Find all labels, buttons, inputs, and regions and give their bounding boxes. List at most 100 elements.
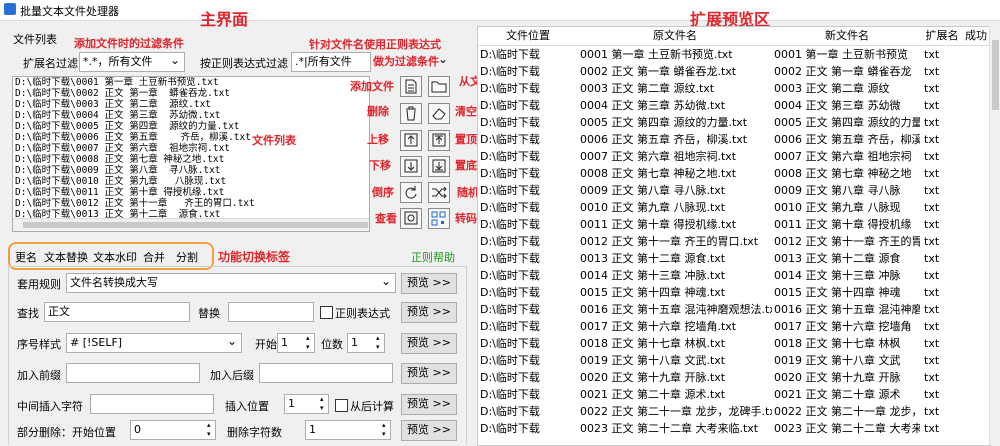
window-title: 批量文本文件处理器 [20,5,119,18]
move-top-button[interactable] [428,130,450,151]
table-row[interactable]: D:\临时下载 0023 正文 第二十二章 大考来临.txt 0023 正文 第二十… [478,420,990,437]
file-list-item[interactable]: D:\临时下载\0010 正文 第九章 八脉现.txt [15,176,255,187]
table-row[interactable]: D:\临时下载 0014 正文 第十三章 冲脉.txt 0014 正文 第十三章 冲… [478,267,990,284]
cell-ext: txt [924,150,940,163]
file-list-item[interactable]: D:\临时下载\0009 正文 第八章 寻八脉.txt [15,165,255,176]
move-bottom-button[interactable] [428,156,450,177]
col-header-ext[interactable]: 扩展名 [922,27,963,46]
col-header-location[interactable]: 文件位置 [478,27,579,46]
file-list-hscrollbar[interactable] [13,218,369,231]
file-list-item[interactable]: D:\临时下载\0007 正文 第六章 祖地宗祠.txt [15,143,255,154]
start-stepper[interactable]: 1 [277,333,315,353]
cell-original-name: 0017 正文 第十六章 挖墙角.txt [580,320,737,333]
table-row[interactable]: D:\临时下载 0001 第一章 土豆新书预览.txt 0001 第一章 土豆新书预… [478,46,990,63]
arrow-up-icon [404,133,418,147]
reverse-button[interactable] [400,182,422,203]
random-button[interactable] [428,182,450,203]
table-row[interactable]: D:\临时下载 0021 正文 第二十章 源术.txt 0021 正文 第二十章 源… [478,386,990,403]
tab-text-replace[interactable]: 文本替换 [44,249,88,265]
delete-count-stepper[interactable]: 1 [305,420,391,440]
table-row[interactable]: D:\临时下载 0020 正文 第十九章 开脉.txt 0020 正文 第十九章 开… [478,369,990,386]
move-down-button[interactable] [400,156,422,177]
col-header-original[interactable]: 原文件名 [578,27,773,46]
seq-preview-button[interactable]: 预览 >> [401,333,457,354]
table-row[interactable]: D:\临时下载 0013 正文 第十二章 源食.txt 0013 正文 第十二章 源… [478,250,990,267]
tab-merge[interactable]: 合并 [143,249,165,265]
table-row[interactable]: D:\临时下载 0006 正文 第五章 齐岳，柳溪.txt 0006 正文 第五章 … [478,131,990,148]
from-end-checkbox[interactable] [335,399,348,412]
replace-input[interactable] [228,302,314,322]
table-row[interactable]: D:\临时下载 0017 正文 第十六章 挖墙角.txt 0017 正文 第十六章 … [478,318,990,335]
table-row[interactable]: D:\临时下载 0007 正文 第六章 祖地宗祠.txt 0007 正文 第六章 祖… [478,148,990,165]
partial-delete-stepper[interactable]: 0 [130,420,216,440]
table-row[interactable]: D:\临时下载 0022 正文 第二十一章 龙步，龙碑手.txt 0022 正文 第… [478,403,990,420]
ext-filter-select[interactable]: *.*，所有文件 [79,51,185,72]
suffix-input[interactable] [259,363,393,383]
scroll-thumb[interactable] [23,222,368,228]
table-row[interactable]: D:\临时下载 0018 正文 第十七章 林枫.txt 0018 正文 第十七章 林… [478,335,990,352]
regex-checkbox[interactable] [320,306,333,319]
table-row[interactable]: D:\临时下载 0012 正文 第十一章 齐王的胃口.txt 0012 正文 第十一… [478,233,990,250]
add-file-button[interactable] [400,76,422,97]
grid-scroll-thumb[interactable] [992,40,999,110]
preview-grid[interactable]: 文件位置 原文件名 新文件名 扩展名 成功 D:\临时下载 0001 第一章 土豆… [477,26,991,446]
delete-preview-button[interactable]: 预览 >> [401,420,457,441]
annotation-regex-tip: 针对文件名使用正则表达式 [309,38,441,51]
tab-text-watermark[interactable]: 文本水印 [93,249,137,265]
insert-pos-stepper[interactable]: 1 [284,394,329,414]
table-row[interactable]: D:\临时下载 0019 正文 第十八章 文武.txt 0019 正文 第十八章 文… [478,352,990,369]
tab-split[interactable]: 分割 [176,249,198,265]
clear-button[interactable] [428,103,450,124]
file-list-item[interactable]: D:\临时下载\0005 正文 第四章 源纹的力量.txt [15,121,255,132]
file-list-item[interactable]: D:\临时下载\0002 正文 第一章 蟒雀吞龙.txt [15,88,255,99]
add-folder-button[interactable] [428,76,450,97]
move-up-button[interactable] [400,130,422,151]
replace-label: 替换 [198,307,220,320]
table-row[interactable]: D:\临时下载 0002 正文 第一章 蟒雀吞龙.txt 0002 正文 第一章 蟒… [478,63,990,80]
digits-label: 位数 [321,338,343,351]
regex-help-link[interactable]: 正则帮助 [411,249,455,265]
insert-preview-button[interactable]: 预览 >> [401,394,457,415]
seq-select[interactable]: # [!SELF] [66,332,242,353]
qrcode-icon [431,211,446,226]
regex-filter-input[interactable]: .*|所有文件 [291,52,371,72]
digits-stepper[interactable]: 1 [347,333,385,353]
view-button[interactable] [400,208,422,229]
file-list-item[interactable]: D:\临时下载\0012 正文 第十一章 齐王的胃口.txt [15,198,255,209]
find-preview-button[interactable]: 预览 >> [401,302,457,323]
grid-vscrollbar[interactable] [989,26,1000,444]
table-row[interactable]: D:\临时下载 0011 正文 第十章 得授机缘.txt 0011 正文 第十章 得… [478,216,990,233]
affix-preview-button[interactable]: 预览 >> [401,363,457,384]
cell-location: D:\临时下载 [480,286,540,299]
col-header-new[interactable]: 新文件名 [772,27,923,46]
table-row[interactable]: D:\临时下载 0015 正文 第十四章 神魂.txt 0015 正文 第十四章 神… [478,284,990,301]
rule-preview-button[interactable]: 预览 >> [401,273,457,294]
table-row[interactable]: D:\临时下载 0004 正文 第三章 苏幼微.txt 0004 正文 第三章 苏幼… [478,97,990,114]
table-row[interactable]: D:\临时下载 0010 正文 第九章 八脉现.txt 0010 正文 第九章 八脉… [478,199,990,216]
prefix-input[interactable] [66,363,200,383]
file-list-item[interactable]: D:\临时下载\0003 正文 第二章 源纹.txt [15,99,255,110]
file-list-box[interactable]: D:\临时下载\0001 第一章 土豆新书预览.txt D:\临时下载\0002 … [12,76,370,232]
col-header-success[interactable]: 成功 [962,27,990,46]
tab-rename[interactable]: 更名 [15,249,37,265]
app-icon [4,3,16,15]
table-row[interactable]: D:\临时下载 0009 正文 第八章 寻八脉.txt 0009 正文 第八章 寻八… [478,182,990,199]
find-input[interactable]: 正文 [44,302,190,322]
file-list-item[interactable]: D:\临时下载\0001 第一章 土豆新书预览.txt [15,77,255,88]
cell-new-name: 0011 正文 第十章 得授机缘 [774,218,912,231]
cell-new-name: 0020 正文 第十九章 开脉 [774,371,901,384]
table-row[interactable]: D:\临时下载 0008 正文 第七章 神秘之地.txt 0008 正文 第七章 神… [478,165,990,182]
table-row[interactable]: D:\临时下载 0016 正文 第十五章 混沌神磨观想法.txt 0016 正文 第… [478,301,990,318]
arrow-bottom-icon [432,159,446,173]
file-list-item[interactable]: D:\临时下载\0011 正文 第十章 得授机缘.txt [15,187,255,198]
transcode-button[interactable] [428,208,450,229]
table-row[interactable]: D:\临时下载 0005 正文 第四章 源纹的力量.txt 0005 正文 第四章 … [478,114,990,131]
file-list-item[interactable]: D:\临时下载\0006 正文 第五章 齐岳，柳溪.txt [15,132,255,143]
chevron-down-icon[interactable]: ⌄ [438,52,454,72]
insert-input[interactable] [90,394,214,414]
rule-select[interactable]: 文件名转换成大写 [66,272,396,293]
file-list-item[interactable]: D:\临时下载\0008 正文 第七章 神秘之地.txt [15,154,255,165]
delete-button[interactable] [400,103,422,124]
file-list-item[interactable]: D:\临时下载\0004 正文 第三章 苏幼微.txt [15,110,255,121]
table-row[interactable]: D:\临时下载 0003 正文 第二章 源纹.txt 0003 正文 第二章 源纹 t… [478,80,990,97]
